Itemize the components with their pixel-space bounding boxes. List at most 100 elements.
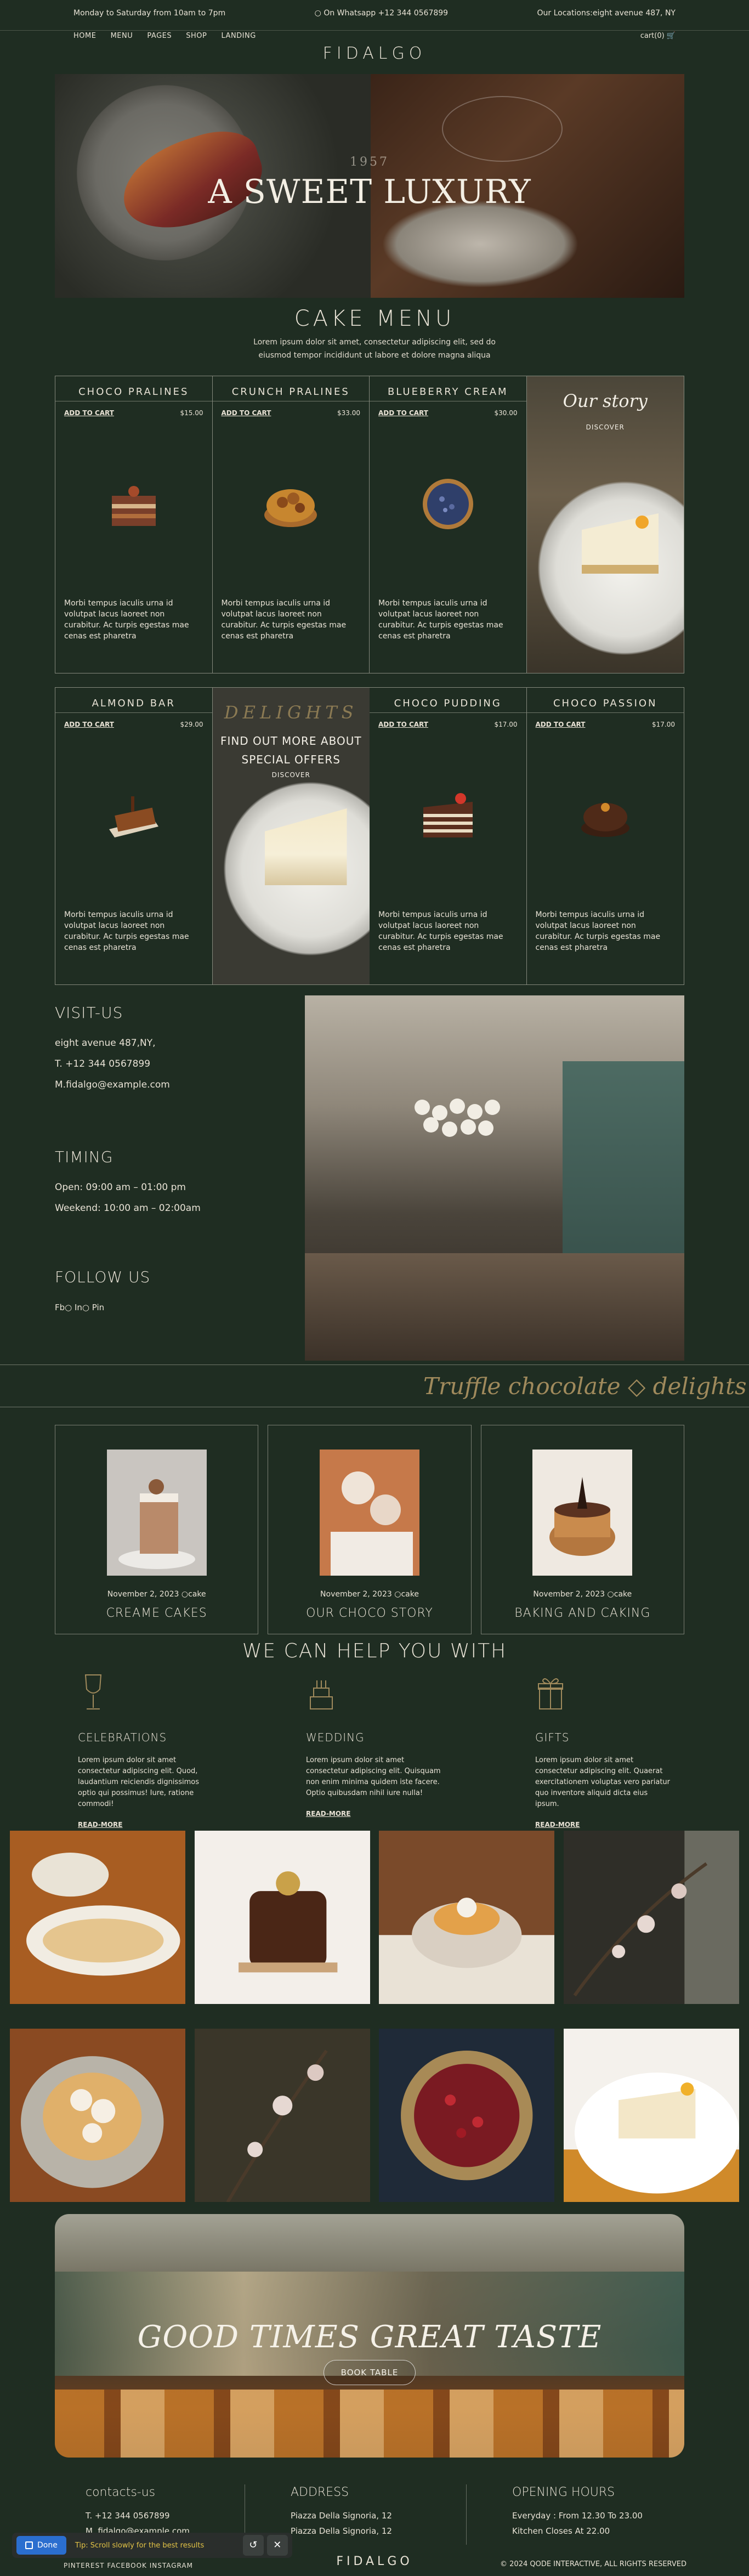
read-more-link[interactable]: READ-MORE: [535, 1821, 580, 1828]
read-more-link[interactable]: READ-MORE: [306, 1810, 350, 1818]
blog-post-card[interactable]: November 2, 2023 ○cake OUR CHOCO STORY: [268, 1425, 472, 1634]
nav-menu-item[interactable]: MENU: [111, 32, 133, 40]
product-name: CRUNCH PRALINES: [231, 386, 350, 398]
product-description: Morbi tempus iaculis urna id volutpat la…: [378, 599, 503, 641]
undo-icon[interactable]: ↺: [242, 2535, 264, 2556]
crunch-pralines-image: [264, 489, 317, 527]
category-icon: ○: [607, 1590, 614, 1599]
post-title[interactable]: OUR CHOCO STORY: [268, 1606, 470, 1620]
cake-menu-grid-row-2: ALMOND BAR ADD TO CART $29.00 Morbi tempu…: [55, 687, 684, 985]
footer-contacts-title: contacts-us: [86, 2486, 156, 2499]
product-card: CHOCO PUDDING ADD TO CART $17.00 Morbi te…: [370, 688, 527, 984]
nav-shop[interactable]: SHOP: [186, 32, 207, 40]
gallery-row-1: [10, 1831, 739, 2005]
category-icon: ○: [394, 1590, 401, 1599]
our-story-discover[interactable]: DISCOVER: [527, 423, 684, 431]
gallery-image-cake-slice: [563, 2029, 739, 2203]
done-button[interactable]: Done: [16, 2536, 66, 2555]
timing-weekend: Weekend: 10:00 am – 02:00am: [55, 1203, 201, 1214]
social-links[interactable]: Fb○ In○ Pin: [55, 1297, 285, 1318]
post-category[interactable]: cake: [614, 1590, 632, 1599]
add-to-cart-button[interactable]: ADD TO CART: [536, 721, 586, 728]
our-story-card[interactable]: Our story DISCOVER: [526, 376, 684, 673]
category-icon: ○: [181, 1590, 189, 1599]
opening-hours-text: Monday to Saturday from 10am to 7pm: [73, 9, 226, 18]
baking-and-caking-image: [532, 1450, 633, 1576]
creame-cakes-image: [106, 1450, 207, 1576]
choco-pudding-image: [423, 793, 473, 837]
product-card: ALMOND BAR ADD TO CART $29.00 Morbi tempu…: [55, 688, 213, 984]
post-category[interactable]: cake: [188, 1590, 206, 1599]
product-name: ALMOND BAR: [92, 698, 175, 709]
product-description: Morbi tempus iaculis urna id volutpat la…: [64, 910, 189, 952]
cake-menu-grid-row-1: CHOCO PRALINES ADD TO CART $15.00 Morbi t…: [55, 376, 684, 673]
nav-home[interactable]: HOME: [73, 32, 96, 40]
post-title[interactable]: BAKING AND CAKING: [481, 1606, 684, 1620]
help-col-title: WEDDING: [306, 1731, 365, 1744]
timing-open: Open: 09:00 am – 01:00 pm: [55, 1182, 186, 1193]
product-price: $29.00: [180, 721, 203, 728]
gallery-image-choco-dome: [194, 1831, 370, 2005]
gallery-image-meringue-tart: [10, 2029, 186, 2203]
delights-script: DELIGHTS: [224, 702, 358, 723]
post-category[interactable]: cake: [401, 1590, 419, 1599]
help-col-text: Lorem ipsum dolor sit amet consectetur a…: [535, 1756, 671, 1808]
visit-email[interactable]: M.fidalgo@example.com: [55, 1074, 285, 1095]
gallery-image-dessert-bowl: [379, 1831, 555, 2005]
footer-hours-2: Kitchen Closes At 22.00: [512, 2526, 610, 2536]
close-icon[interactable]: ✕: [266, 2535, 288, 2556]
footer-hours-1: Everyday : From 12.30 To 23.00: [512, 2511, 643, 2521]
book-table-button[interactable]: BOOK TABLE: [324, 2360, 416, 2385]
product-card: CHOCO PRALINES ADD TO CART $15.00 Morbi t…: [55, 376, 213, 673]
visit-us-section: VISIT-US eight avenue 487,NY, T. +12 344…: [55, 1004, 285, 1318]
nav-pages[interactable]: PAGES: [147, 32, 172, 40]
read-more-link[interactable]: READ-MORE: [78, 1821, 122, 1828]
product-name: BLUEBERRY CREAM: [387, 386, 508, 398]
post-date: November 2, 2023: [107, 1590, 179, 1599]
gallery-image-blossoms-2: [194, 2029, 370, 2203]
choco-story-image: [319, 1450, 419, 1576]
help-title: WE CAN HELP YOU WITH: [242, 1640, 507, 1662]
footer-hours-title: OPENING HOURS: [512, 2486, 615, 2499]
locations-text: Our Locations:eight avenue 487, NY: [537, 9, 676, 18]
top-info-bar: Monday to Saturday from 10am to 7pm ○ On…: [0, 0, 749, 31]
restaurant-interior-image: [305, 995, 684, 1361]
blog-post-card[interactable]: November 2, 2023 ○cake CREAME CAKES: [55, 1425, 259, 1634]
our-story-title: Our story: [563, 390, 648, 411]
add-to-cart-button[interactable]: ADD TO CART: [64, 409, 114, 417]
whatsapp-link[interactable]: ○ On Whatsapp +12 344 0567899: [315, 9, 448, 20]
footer-copyright: © 2024 QODE INTERACTIVE, ALL RIGHTS RESE…: [500, 2560, 686, 2568]
visit-phone[interactable]: T. +12 344 0567899: [55, 1054, 285, 1074]
timing-title: TIMING: [55, 1148, 114, 1166]
product-description: Morbi tempus iaculis urna id volutpat la…: [378, 910, 503, 952]
product-description: Morbi tempus iaculis urna id volutpat la…: [64, 599, 189, 641]
add-to-cart-button[interactable]: ADD TO CART: [222, 409, 271, 417]
gallery-image-berry-tart: [379, 2029, 555, 2203]
nav-landing[interactable]: LANDING: [222, 32, 256, 40]
whatsapp-text: On Whatsapp +12 344 0567899: [324, 9, 449, 18]
help-col-title: GIFTS: [535, 1731, 570, 1744]
product-price: $33.00: [337, 409, 360, 417]
footer-address-title: ADDRESS: [291, 2486, 349, 2499]
promo-discover[interactable]: DISCOVER: [213, 771, 370, 779]
wine-glass-icon: [84, 1674, 102, 1709]
cart-link[interactable]: cart(0) 🛒: [640, 32, 676, 41]
add-to-cart-button[interactable]: ADD TO CART: [378, 409, 428, 417]
footer-hours: OPENING HOURS Everyday : From 12.30 To 2…: [512, 2486, 643, 2539]
gift-box-icon: [538, 1678, 563, 1709]
cta-title: GOOD TIMES GREAT TASTE: [137, 2319, 602, 2355]
blog-post-card[interactable]: November 2, 2023 ○cake BAKING AND CAKING: [480, 1425, 684, 1634]
post-title[interactable]: CREAME CAKES: [55, 1606, 258, 1620]
marquee-banner: Truffle chocolate ◇ delights ◇ wedding c…: [0, 1365, 749, 1407]
add-to-cart-button[interactable]: ADD TO CART: [378, 721, 428, 728]
product-name: CHOCO PUDDING: [394, 698, 502, 709]
footer-phone[interactable]: T. +12 344 0567899: [86, 2508, 190, 2523]
site-logo[interactable]: FIDALGO: [0, 44, 749, 63]
product-name: CHOCO PASSION: [553, 698, 657, 709]
wedding-cake-icon: [310, 1680, 333, 1709]
add-to-cart-button[interactable]: ADD TO CART: [64, 721, 114, 728]
book-table-banner: GOOD TIMES GREAT TASTE BOOK TABLE: [55, 2214, 684, 2458]
cake-menu-subtitle-2: eiusmod tempor incididunt ut labore et d…: [258, 351, 491, 360]
special-offers-card[interactable]: DELIGHTS FIND OUT MORE ABOUT SPECIAL OFF…: [212, 688, 370, 984]
marquee-text: Truffle chocolate ◇ delights ◇ wedding c…: [423, 1373, 749, 1400]
